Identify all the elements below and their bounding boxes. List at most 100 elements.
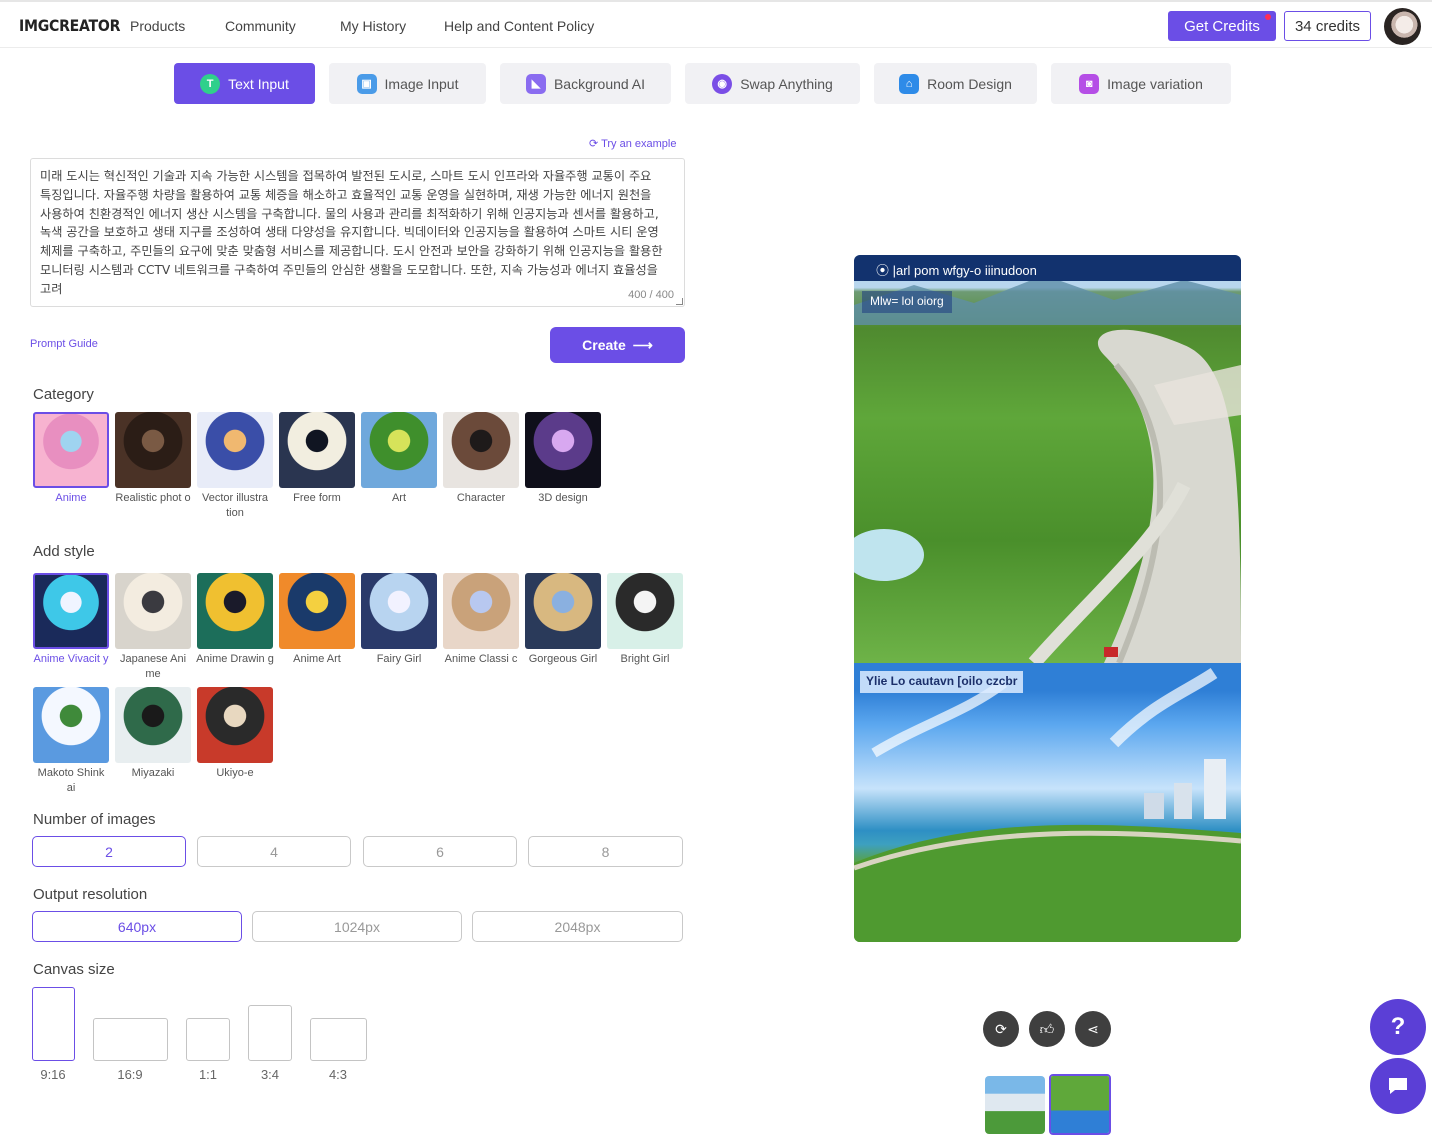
- style-option-thumb[interactable]: [33, 687, 109, 763]
- style-option-thumb[interactable]: [361, 573, 437, 649]
- regenerate-button[interactable]: ⟳: [983, 1011, 1019, 1047]
- style-option-thumb[interactable]: [607, 573, 683, 649]
- style-option-label: Fairy Girl: [376, 653, 422, 665]
- resolution-option-640[interactable]: 640px: [32, 911, 242, 942]
- tab-image-input[interactable]: ▣ Image Input: [329, 63, 486, 104]
- num-images-option-8[interactable]: 8: [528, 836, 683, 867]
- generated-image-preview[interactable]: ⦿ |arl pom wfgy-o iiinudoon Mlw= lol oio…: [854, 255, 1241, 942]
- tab-text-input[interactable]: T Text Input: [174, 63, 315, 104]
- category-option-label: Anime: [55, 492, 87, 504]
- category-option-label: Art: [391, 492, 407, 504]
- style-option-thumb[interactable]: [443, 573, 519, 649]
- category-option-thumb[interactable]: [115, 412, 191, 488]
- category-option-label: 3D design: [538, 492, 588, 504]
- result-thumbnail-2[interactable]: [1049, 1074, 1111, 1135]
- preview-caption-bottom: Ylie Lo cautavn [oilo czcbr: [860, 671, 1024, 693]
- style-option-label: Gorgeous Girl: [528, 653, 598, 665]
- nav-community[interactable]: Community: [225, 18, 296, 34]
- tab-image-variation[interactable]: ◙ Image variation: [1051, 63, 1231, 104]
- resize-handle[interactable]: [676, 298, 683, 305]
- share-icon: ⋖: [1087, 1020, 1099, 1037]
- style-option-thumb[interactable]: [115, 573, 191, 649]
- tab-swap-anything[interactable]: ◉ Swap Anything: [685, 63, 860, 104]
- style-option-label: Japanese Ani me: [119, 653, 187, 680]
- tab-label: Swap Anything: [740, 75, 833, 92]
- style-option-thumb[interactable]: [197, 573, 273, 649]
- canvas-label-3-4: 3:4: [260, 1067, 280, 1082]
- style-option-label: Anime Vivacit y: [33, 653, 109, 665]
- preview-landscape-graphic: [854, 275, 1241, 663]
- text-input-icon: T: [200, 73, 221, 94]
- tab-background-ai[interactable]: ◣ Background AI: [500, 63, 671, 104]
- background-ai-icon: ◣: [525, 73, 546, 94]
- canvas-option-3-4[interactable]: [248, 1005, 292, 1061]
- preview-caption-top: Mlw= lol oiorg: [862, 291, 952, 313]
- category-option-thumb[interactable]: [361, 412, 437, 488]
- char-count: 400 / 400: [628, 289, 674, 301]
- nav-my-history[interactable]: My History: [340, 18, 406, 34]
- create-button[interactable]: Create ⟶: [550, 327, 685, 363]
- share-button[interactable]: ⋖: [1075, 1011, 1111, 1047]
- preview-image-top: ⦿ |arl pom wfgy-o iiinudoon Mlw= lol oio…: [854, 255, 1241, 663]
- category-option-thumb[interactable]: [197, 412, 273, 488]
- chat-button[interactable]: [1370, 1058, 1426, 1114]
- style-option-label: Bright Girl: [620, 653, 670, 665]
- help-button[interactable]: ?: [1370, 999, 1426, 1055]
- tab-label: Image Input: [384, 75, 459, 92]
- prompt-guide-link[interactable]: Prompt Guide: [30, 338, 98, 350]
- prompt-text: 미래 도시는 혁신적인 기술과 지속 가능한 시스템을 접목하여 발전된 도시로…: [40, 169, 663, 296]
- num-images-option-2[interactable]: 2: [32, 836, 186, 867]
- style-option-label: Anime Drawin g: [196, 653, 274, 665]
- add-style-title: Add style: [33, 543, 95, 560]
- tab-label: Text Input: [228, 75, 289, 92]
- nav-products[interactable]: Products: [130, 18, 185, 34]
- style-option-thumb[interactable]: [525, 573, 601, 649]
- like-button[interactable]: 👍︎: [1029, 1011, 1065, 1047]
- category-option-thumb[interactable]: [443, 412, 519, 488]
- canvas-option-1-1[interactable]: [186, 1018, 230, 1061]
- result-thumbnail-1[interactable]: [985, 1076, 1045, 1134]
- canvas-option-9-16[interactable]: [32, 987, 75, 1061]
- tab-room-design[interactable]: ⌂ Room Design: [874, 63, 1037, 104]
- style-option-thumb[interactable]: [197, 687, 273, 763]
- resolution-option-2048[interactable]: 2048px: [472, 911, 683, 942]
- number-of-images-title: Number of images: [33, 811, 156, 828]
- create-label: Create: [582, 337, 626, 353]
- nav-help-content-policy[interactable]: Help and Content Policy: [444, 18, 594, 34]
- category-option-thumb[interactable]: [33, 412, 109, 488]
- style-option-thumb[interactable]: [33, 573, 109, 649]
- num-images-option-4[interactable]: 4: [197, 836, 351, 867]
- prompt-textarea[interactable]: 미래 도시는 혁신적인 기술과 지속 가능한 시스템을 접목하여 발전된 도시로…: [30, 158, 685, 307]
- room-design-icon: ⌂: [899, 73, 920, 94]
- num-images-option-6[interactable]: 6: [363, 836, 517, 867]
- style-option-label: Anime Classi c: [444, 653, 518, 665]
- style-option-thumb[interactable]: [115, 687, 191, 763]
- credits-count-badge[interactable]: 34 credits: [1284, 11, 1371, 41]
- thumbnail-image: [985, 1076, 1045, 1134]
- category-option-label: Realistic phot o: [115, 492, 191, 504]
- category-option-label: Vector illustra tion: [201, 492, 269, 519]
- image-input-icon: ▣: [356, 73, 377, 94]
- canvas-option-16-9[interactable]: [93, 1018, 168, 1061]
- notification-dot: [1265, 14, 1271, 20]
- get-credits-button[interactable]: Get Credits: [1168, 11, 1276, 41]
- style-option-label: Makoto Shink ai: [37, 767, 105, 794]
- try-example-label: Try an example: [601, 138, 677, 150]
- refresh-icon: ⟳: [589, 138, 602, 150]
- arrow-right-icon: ⟶: [632, 336, 653, 353]
- category-title: Category: [33, 386, 94, 403]
- category-option-label: Character: [456, 492, 506, 504]
- style-option-thumb[interactable]: [279, 573, 355, 649]
- canvas-option-4-3[interactable]: [310, 1018, 367, 1061]
- try-example-link[interactable]: ⟳ Try an example: [589, 137, 676, 150]
- style-option-label: Ukiyo-e: [216, 767, 254, 779]
- tab-label: Background AI: [553, 75, 646, 92]
- category-option-thumb[interactable]: [279, 412, 355, 488]
- question-icon: ?: [1390, 1013, 1406, 1040]
- canvas-size-title: Canvas size: [33, 961, 115, 978]
- style-option-label: Anime Art: [293, 653, 341, 665]
- logo[interactable]: IMGCREATOR: [19, 16, 120, 35]
- category-option-thumb[interactable]: [525, 412, 601, 488]
- resolution-option-1024[interactable]: 1024px: [252, 911, 462, 942]
- avatar[interactable]: [1384, 8, 1421, 45]
